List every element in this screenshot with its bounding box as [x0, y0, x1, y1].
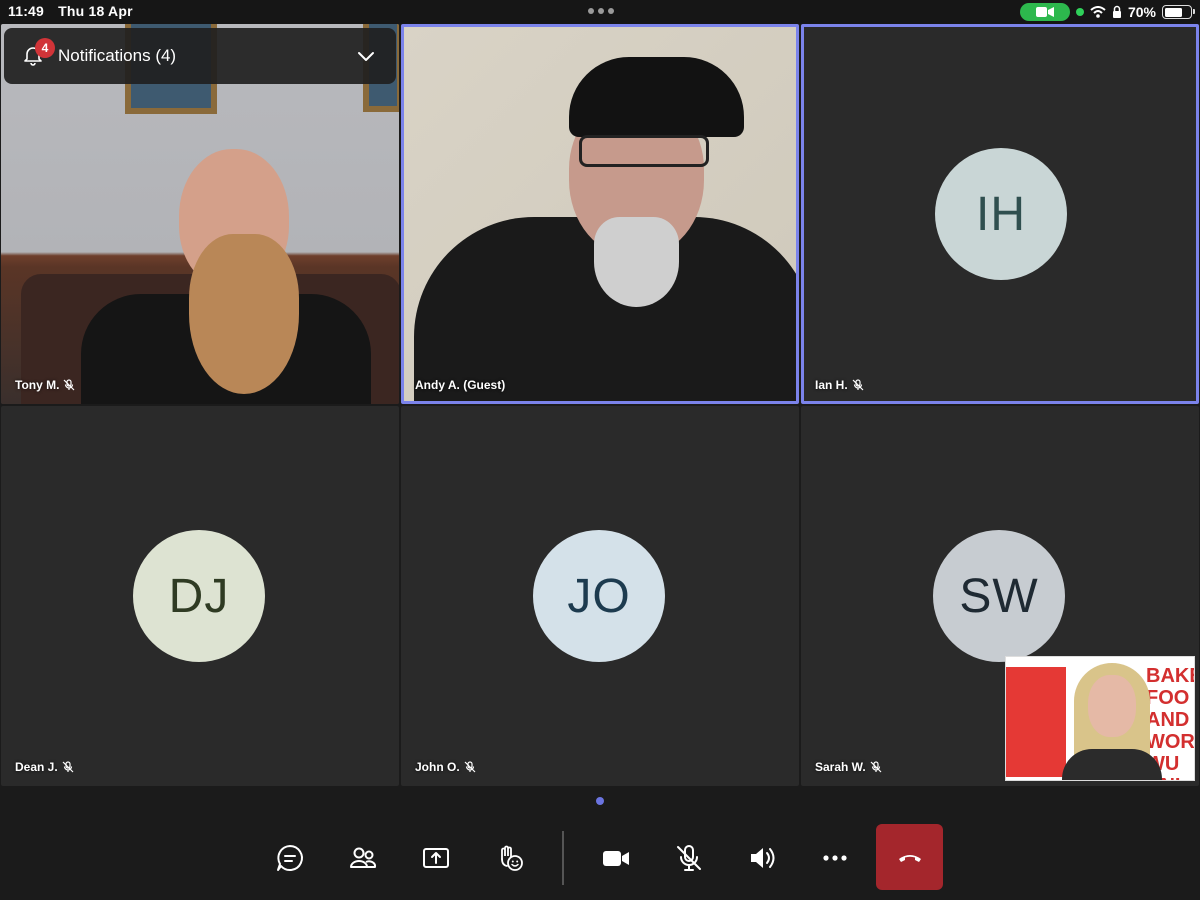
call-toolbar: [0, 815, 1200, 900]
participant-avatar: JO: [533, 530, 665, 662]
people-icon: [350, 847, 377, 868]
mic-off-icon: [62, 761, 74, 773]
participant-tile-andy[interactable]: Andy A. (Guest): [401, 24, 799, 404]
participant-name: Sarah W.: [815, 760, 866, 774]
participant-name-tag: Dean J.: [15, 760, 74, 774]
mic-off-icon: [677, 845, 701, 871]
participant-name-tag: John O.: [415, 760, 476, 774]
camera-icon: [603, 851, 629, 866]
wifi-icon: [1090, 6, 1106, 18]
participant-name: Dean J.: [15, 760, 58, 774]
chat-icon: [277, 845, 303, 871]
status-bar: 11:49 Thu 18 Apr 70%: [0, 0, 1200, 24]
camera-in-use-indicator: [1019, 3, 1070, 21]
participant-tile-john[interactable]: JO John O.: [401, 406, 799, 786]
participant-avatar: SW: [933, 530, 1065, 662]
speaker-button[interactable]: [737, 827, 787, 889]
status-date: Thu 18 Apr: [58, 3, 133, 19]
battery-icon: [1162, 5, 1195, 19]
notifications-title: Notifications (4): [58, 46, 177, 65]
mute-button[interactable]: [664, 827, 714, 889]
page-indicator-dot: [596, 797, 604, 805]
mic-off-icon: [464, 761, 476, 773]
share-icon: [423, 848, 449, 868]
status-indicators: 70%: [1019, 2, 1195, 22]
participant-name-tag: Sarah W.: [815, 760, 882, 774]
toolbar-divider: [562, 831, 564, 885]
camera-active-dot: [1075, 8, 1084, 16]
status-time-date: 11:49 Thu 18 Apr: [8, 3, 133, 19]
people-button[interactable]: [338, 827, 388, 889]
participant-name-tag: Andy A. (Guest): [415, 378, 505, 392]
mic-off-icon: [870, 761, 882, 773]
self-view-video[interactable]: BAKE FOO AND A WORK WU UNI: [1005, 656, 1195, 781]
lock-rotation-icon: [1112, 5, 1121, 18]
chevron-down-icon[interactable]: [356, 46, 376, 66]
camera-icon: [1035, 7, 1054, 17]
speaker-icon: [751, 848, 775, 868]
raise-hand-icon: [501, 845, 523, 871]
camera-button[interactable]: [591, 827, 641, 889]
participant-video: [404, 27, 796, 401]
participant-name-tag: Tony M.: [15, 378, 75, 392]
hang-up-button[interactable]: [876, 824, 943, 890]
participant-avatar: IH: [935, 148, 1067, 280]
participant-name: Tony M.: [15, 378, 60, 392]
chat-button[interactable]: [265, 827, 315, 889]
participant-name: Andy A. (Guest): [415, 378, 506, 392]
notification-badge: 4: [35, 38, 55, 58]
participant-name: John O.: [415, 760, 460, 774]
multitasking-dots[interactable]: [588, 8, 614, 14]
mic-off-icon: [852, 379, 864, 391]
more-icon: [823, 855, 847, 861]
reactions-button[interactable]: [485, 827, 535, 889]
battery-percent: 70%: [1127, 4, 1156, 20]
participant-name-tag: Ian H.: [815, 378, 864, 392]
more-options-button[interactable]: [810, 827, 860, 889]
share-screen-button[interactable]: [411, 827, 461, 889]
status-time: 11:49: [8, 3, 45, 19]
participant-name: Ian H.: [815, 378, 848, 392]
mic-off-icon: [64, 379, 75, 391]
notifications-banner[interactable]: 4 Notifications (4): [4, 28, 396, 84]
hangup-icon: [898, 855, 921, 862]
participant-tile-dean[interactable]: DJ Dean J.: [1, 406, 399, 786]
participant-avatar: DJ: [133, 530, 265, 662]
participant-tile-ian[interactable]: IH Ian H.: [801, 24, 1199, 404]
